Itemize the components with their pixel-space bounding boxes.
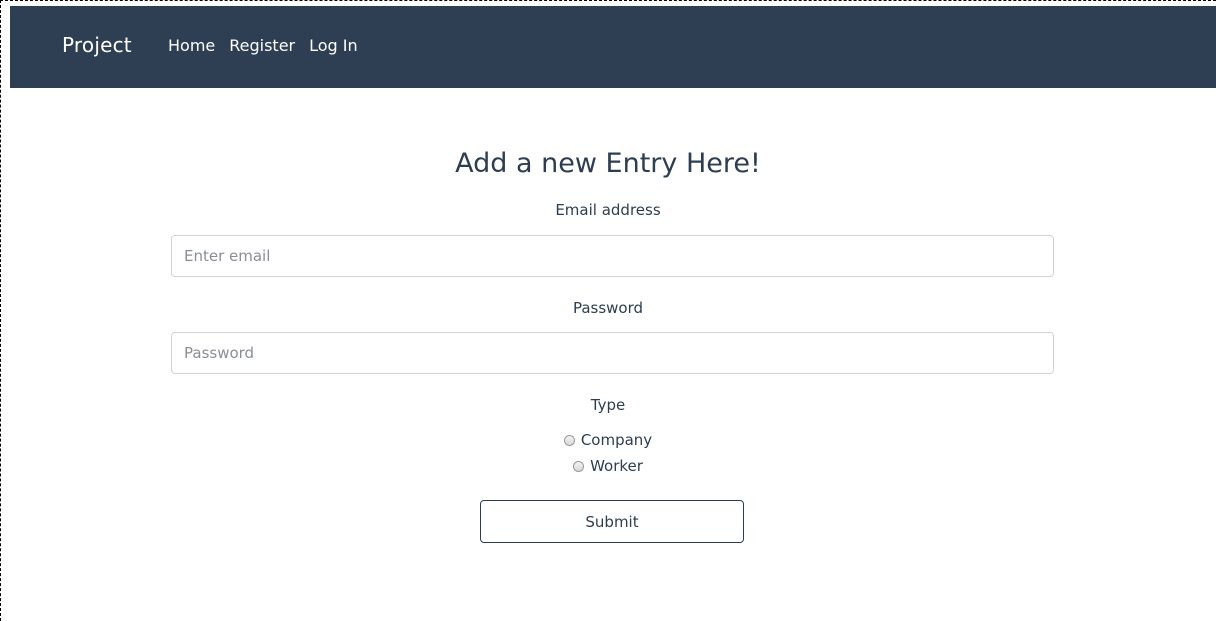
radio-option-company[interactable]: Company [563, 431, 652, 449]
password-label: Password [572, 299, 644, 317]
navbar: Project Home Register Log In [10, 6, 1216, 88]
radio-option-company-row: Company [0, 431, 1216, 450]
type-label: Type [590, 396, 626, 414]
radio-label-company[interactable]: Company [581, 431, 652, 449]
nav-links: Home Register Log In [168, 36, 372, 55]
radio-option-worker[interactable]: Worker [573, 457, 643, 475]
submit-button[interactable]: Submit [480, 500, 744, 543]
nav-link-home[interactable]: Home [168, 36, 215, 55]
password-input[interactable] [171, 332, 1054, 374]
email-input[interactable] [171, 235, 1054, 277]
radio-button-worker[interactable] [573, 460, 585, 472]
brand-link[interactable]: Project [62, 33, 132, 57]
radio-button-company[interactable] [563, 434, 575, 446]
email-label: Email address [555, 201, 661, 219]
radio-option-worker-row: Worker [0, 457, 1216, 476]
radio-label-worker[interactable]: Worker [590, 457, 643, 475]
nav-link-login[interactable]: Log In [309, 36, 358, 55]
nav-link-register[interactable]: Register [229, 36, 295, 55]
form-heading: Add a new Entry Here! [455, 148, 761, 179]
